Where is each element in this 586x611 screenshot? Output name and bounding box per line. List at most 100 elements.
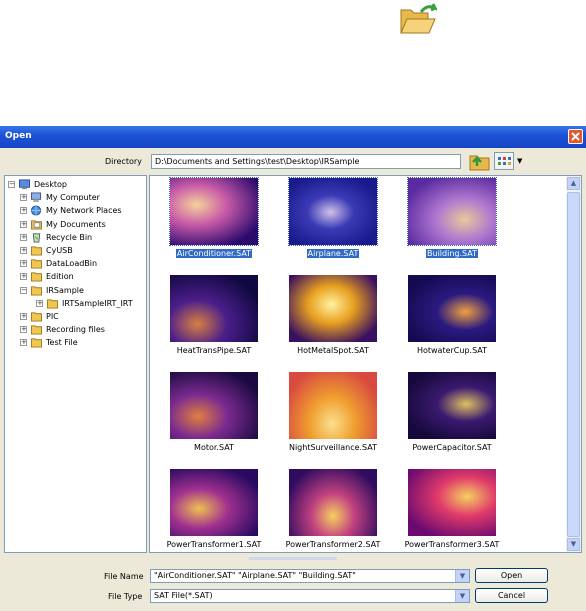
directory-field[interactable]: D:\Documents and Settings\test\Desktop\I…: [151, 154, 461, 169]
file-thumbnail[interactable]: [170, 469, 258, 536]
folder-icon: [31, 272, 42, 282]
expand-icon[interactable]: +: [20, 326, 27, 334]
file-name-text: Motor.SAT: [194, 443, 234, 452]
file-name-label[interactable]: Motor.SAT: [154, 443, 274, 452]
file-name-text: NightSurveillance.SAT: [288, 443, 378, 452]
file-thumbnail[interactable]: [408, 372, 496, 439]
tree-item-my-computer[interactable]: + My Computer: [20, 191, 100, 204]
file-name-text: Building.SAT: [426, 249, 478, 258]
tree-item-label: My Computer: [46, 193, 100, 203]
tree-item-recycle-bin[interactable]: + Recycle Bin: [20, 231, 92, 244]
file-name-label[interactable]: HotwaterCup.SAT: [392, 346, 512, 355]
file-thumbnail[interactable]: [408, 275, 496, 342]
tree-item-label: Recycle Bin: [46, 232, 93, 242]
file-type-dropdown-icon[interactable]: ▼: [455, 590, 469, 602]
collapse-icon[interactable]: −: [8, 181, 15, 188]
tree-item-label: My Documents: [46, 219, 106, 229]
folder-icon: [31, 325, 42, 335]
file-name-text: HotwaterCup.SAT: [416, 346, 488, 355]
file-name-label[interactable]: HotMetalSpot.SAT: [273, 346, 393, 355]
tree-item-irsample[interactable]: − IRSample: [20, 284, 84, 297]
expand-icon[interactable]: +: [20, 339, 27, 347]
recycle-bin-icon: [32, 233, 41, 243]
file-name-label[interactable]: PowerTransformer1.SAT: [154, 540, 274, 549]
desktop-icon: [19, 179, 30, 190]
network-icon: [31, 205, 42, 216]
tree-item-label: Edition: [46, 272, 74, 282]
cancel-button[interactable]: Cancel: [475, 588, 548, 603]
file-type-value: SAT File(*.SAT): [154, 591, 213, 600]
tree-item-label: PIC: [46, 312, 59, 321]
folder-icon: [47, 299, 58, 309]
tree-item-recording-files[interactable]: + Recording files: [20, 323, 105, 336]
window-title: Open: [5, 131, 32, 141]
expand-icon[interactable]: +: [20, 220, 27, 228]
close-button[interactable]: [568, 129, 583, 144]
folder-icon: [31, 312, 42, 322]
expand-icon[interactable]: +: [20, 194, 27, 202]
file-name-label[interactable]: PowerTransformer2.SAT: [273, 540, 393, 549]
scroll-down-button[interactable]: ▼: [567, 538, 580, 551]
expand-icon[interactable]: +: [20, 273, 27, 281]
expand-icon[interactable]: +: [20, 233, 27, 241]
folder-icon: [31, 285, 42, 296]
open-button[interactable]: Open: [475, 568, 548, 583]
file-thumbnail[interactable]: [407, 177, 497, 246]
expand-icon[interactable]: +: [20, 207, 27, 215]
tree-item-cyusb[interactable]: + CyUSB: [20, 244, 73, 257]
file-name-text: AirConditioner.SAT: [175, 249, 253, 258]
file-thumbnail[interactable]: [170, 275, 258, 342]
file-name-label[interactable]: Building.SAT: [392, 249, 512, 258]
expand-icon[interactable]: +: [20, 247, 27, 254]
file-name-label[interactable]: Airplane.SAT: [273, 249, 393, 258]
resize-handle[interactable]: [249, 557, 337, 560]
tree-item-desktop[interactable]: − Desktop: [8, 178, 67, 191]
tree-item-test-file[interactable]: + Test File: [20, 336, 78, 349]
file-thumbnail[interactable]: [289, 275, 377, 342]
file-thumbnail[interactable]: [169, 177, 259, 246]
tree-item-my-network-places[interactable]: + My Network Places: [20, 204, 122, 217]
tree-item-label: CyUSB: [46, 246, 73, 255]
file-thumbnail[interactable]: [170, 372, 258, 439]
folder-tree: − Desktop + My Computer + My Network Places + M…: [4, 175, 147, 553]
file-name-label[interactable]: PowerTransformer3.SAT: [392, 540, 512, 549]
scroll-thumb[interactable]: [567, 192, 580, 537]
file-name-text: Airplane.SAT: [306, 249, 360, 258]
directory-label: Directory: [105, 157, 142, 166]
expand-icon[interactable]: +: [36, 299, 43, 307]
file-name-field[interactable]: "AirConditioner.SAT" "Airplane.SAT" "Bui…: [150, 569, 470, 583]
computer-icon: [31, 192, 42, 203]
file-thumbnail[interactable]: [289, 469, 377, 536]
scroll-up-button[interactable]: ▲: [567, 177, 580, 190]
file-thumbnail[interactable]: [288, 177, 378, 246]
file-name-label[interactable]: AirConditioner.SAT: [154, 249, 274, 258]
expand-icon[interactable]: +: [20, 313, 27, 320]
file-name-label[interactable]: NightSurveillance.SAT: [273, 443, 393, 452]
file-name-label[interactable]: PowerCapacitor.SAT: [392, 443, 512, 452]
file-name-label[interactable]: HeatTransPipe.SAT: [154, 346, 274, 355]
folder-icon: [31, 259, 42, 269]
file-name-text: PowerTransformer2.SAT: [285, 540, 381, 549]
file-thumbnail[interactable]: [408, 469, 496, 536]
tree-item-my-documents[interactable]: + My Documents: [20, 218, 106, 231]
up-folder-button[interactable]: [469, 150, 491, 171]
title-bar: Open: [0, 126, 586, 148]
view-menu-button[interactable]: [494, 152, 514, 170]
file-name-dropdown-icon[interactable]: ▼: [455, 570, 469, 582]
tree-item-edition[interactable]: + Edition: [20, 270, 74, 283]
tree-item-irtsampleirt-irt[interactable]: + IRTSampleIRT_IRT: [36, 297, 133, 310]
open-folder-icon: [400, 3, 437, 34]
file-name-text: PowerCapacitor.SAT: [412, 443, 492, 452]
tree-item-pic[interactable]: + PIC: [20, 310, 59, 323]
expand-icon[interactable]: +: [20, 260, 27, 268]
file-type-select[interactable]: SAT File(*.SAT) ▼: [150, 589, 470, 603]
view-dropdown-icon[interactable]: ▼: [517, 157, 522, 165]
file-name-value: "AirConditioner.SAT" "Airplane.SAT" "Bui…: [154, 571, 356, 580]
tree-item-dataloadbin[interactable]: + DataLoadBin: [20, 257, 97, 270]
grid-view-icon: [498, 157, 511, 165]
file-name-text: PowerTransformer1.SAT: [166, 540, 262, 549]
file-thumbnail[interactable]: [289, 372, 377, 439]
tree-item-label: My Network Places: [46, 206, 122, 216]
vertical-scrollbar[interactable]: ▲ ▼: [566, 176, 581, 552]
collapse-icon[interactable]: −: [20, 286, 27, 294]
